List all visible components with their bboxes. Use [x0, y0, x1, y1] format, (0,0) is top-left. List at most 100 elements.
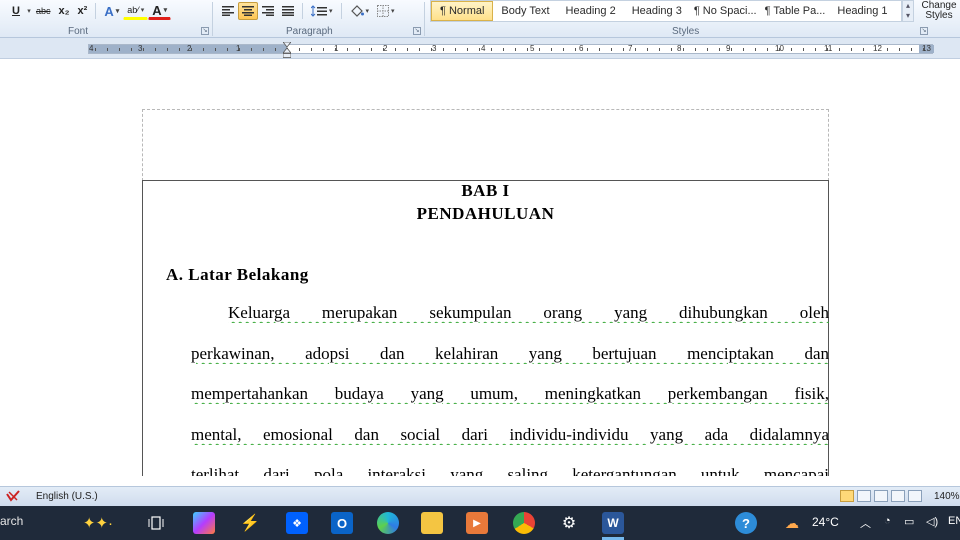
input-language[interactable]: EN [948, 515, 960, 527]
style-normal[interactable]: ¶ Normal [431, 1, 494, 21]
ruler-tick [659, 48, 660, 51]
paragraph-group-label: Paragraph [286, 26, 333, 37]
borders-button[interactable]: ▾ [373, 2, 399, 20]
ruler-tick [239, 48, 240, 51]
view-buttons [840, 490, 922, 502]
print-layout-view-button[interactable] [840, 490, 854, 502]
style-heading-2[interactable]: Heading 2 [558, 1, 624, 21]
ruler-tick [611, 48, 612, 51]
tool-app-icon[interactable]: ⚡ [239, 512, 261, 534]
ruler-tick [467, 48, 468, 51]
ruler-tick [623, 48, 624, 51]
ruler-tick [707, 48, 708, 51]
ruler-tick [383, 48, 384, 51]
show-hidden-icons-icon[interactable]: ︿ [860, 515, 871, 531]
status-bar: English (U.S.) 140% [0, 486, 960, 506]
underline-button[interactable]: U [8, 2, 24, 20]
ruler-tick [119, 48, 120, 51]
ruler-tick [515, 48, 516, 51]
styles-dialog-launcher[interactable]: ↘ [920, 27, 928, 35]
highlight-color-button[interactable]: ab⁄ ▾ [123, 2, 149, 20]
ruler-tick [863, 48, 864, 51]
align-center-button[interactable] [238, 2, 258, 20]
horizontal-ruler[interactable]: 432112345678910111213 [88, 44, 934, 54]
web-layout-view-button[interactable] [874, 490, 888, 502]
proofing-error-icon[interactable] [6, 490, 20, 503]
justify-button[interactable] [278, 2, 298, 20]
font-color-button[interactable]: A ▾ [148, 2, 172, 20]
ruler-tick [227, 48, 228, 51]
dropbox-icon[interactable]: ❖ [286, 512, 308, 534]
weather-icon[interactable]: ☁ [781, 512, 803, 534]
document-canvas[interactable]: BAB I PENDAHULUAN A. Latar Belakang Kelu… [0, 59, 960, 476]
align-right-button[interactable] [258, 2, 278, 20]
ruler-tick [647, 48, 648, 51]
task-view-icon[interactable] [145, 512, 167, 534]
ruler-number: 6 [579, 44, 584, 53]
borders-icon [377, 5, 390, 17]
shading-button[interactable]: ▾ [346, 2, 374, 20]
ruler-tick [755, 48, 756, 51]
superscript-button[interactable]: x² [74, 2, 92, 20]
style-heading-1[interactable]: Heading 1 [829, 1, 895, 21]
ruler-tick [179, 48, 180, 51]
ruler-number: 8 [677, 44, 682, 53]
ruler-number: 7 [628, 44, 633, 53]
edge-browser-icon[interactable] [377, 512, 399, 534]
language-indicator[interactable]: English (U.S.) [36, 491, 98, 502]
header-area[interactable] [142, 109, 829, 181]
paragraph-dialog-launcher[interactable]: ↘ [413, 27, 421, 35]
line-spacing-button[interactable]: ▾ [307, 2, 337, 20]
ruler-tick [395, 48, 396, 51]
ruler-number: 11 [824, 44, 833, 53]
sparkle-icon[interactable]: ✦✦· [70, 512, 126, 534]
ruler-tick [791, 48, 792, 51]
style-no-spacing[interactable]: ¶ No Spaci... [690, 1, 761, 21]
indent-marker-icon[interactable] [283, 42, 291, 58]
styles-gallery-more[interactable]: ▴ ▾ [902, 0, 914, 22]
draft-view-button[interactable] [908, 490, 922, 502]
ribbon: U ▾ abc x₂ x² A ▾ ab⁄ ▾ A ▾ ▾ ▾ ▾ Font ↘… [0, 0, 960, 38]
align-left-button[interactable] [218, 2, 238, 20]
taskbar: arch ✦✦· ⚡ ❖ O ▶ ⚙ W ? ☁ 24°C ︿ ◔ ▭ ◁) E… [0, 506, 960, 540]
zoom-level[interactable]: 140% [934, 491, 960, 502]
file-explorer-icon[interactable] [421, 512, 443, 534]
media-player-icon[interactable]: ▶ [466, 512, 488, 534]
ruler-tick [743, 48, 744, 51]
styles-gallery: ¶ Normal Body Text Heading 2 Heading 3 ¶… [430, 0, 902, 22]
style-body-text[interactable]: Body Text [493, 1, 557, 21]
volume-icon[interactable]: ◁) [926, 515, 938, 528]
style-heading-3[interactable]: Heading 3 [624, 1, 690, 21]
chrome-icon[interactable] [513, 512, 535, 534]
line-spacing-icon [311, 5, 327, 17]
ruler-tick [683, 48, 684, 51]
ruler-number: 3 [432, 44, 437, 53]
ruler-tick [827, 48, 828, 51]
copilot-icon[interactable] [193, 512, 215, 534]
battery-icon[interactable]: ▭ [904, 515, 914, 528]
ruler-tick [419, 48, 420, 51]
ruler-tick [539, 48, 540, 51]
ruler-tick [719, 48, 720, 51]
taskbar-search[interactable]: arch [0, 514, 23, 528]
paragraph-line: mempertahankan budaya yang umum, meningk… [191, 384, 829, 403]
weather-temperature[interactable]: 24°C [812, 515, 839, 529]
outlook-icon[interactable]: O [331, 512, 353, 534]
underline-dropdown[interactable]: ▾ [24, 2, 32, 20]
ruler-tick [311, 48, 312, 51]
change-styles-button[interactable]: Change Styles [918, 1, 960, 21]
outline-view-button[interactable] [891, 490, 905, 502]
full-screen-reading-view-button[interactable] [857, 490, 871, 502]
ruler-tick [815, 48, 816, 51]
word-app-icon[interactable]: W [602, 512, 624, 534]
settings-gear-icon[interactable]: ⚙ [558, 512, 580, 534]
strikethrough-button[interactable]: abc [32, 2, 55, 20]
font-dialog-launcher[interactable]: ↘ [201, 27, 209, 35]
wifi-icon[interactable]: ◔ [884, 515, 891, 527]
subscript-button[interactable]: x₂ [55, 2, 74, 20]
text-effects-button[interactable]: A ▾ [100, 2, 123, 20]
ruler-tick [203, 48, 204, 51]
style-table-paragraph[interactable]: ¶ Table Pa... [761, 1, 830, 21]
help-icon[interactable]: ? [735, 512, 757, 534]
paragraph-line: terlihat dari pola interaksi yang saling… [191, 465, 829, 476]
